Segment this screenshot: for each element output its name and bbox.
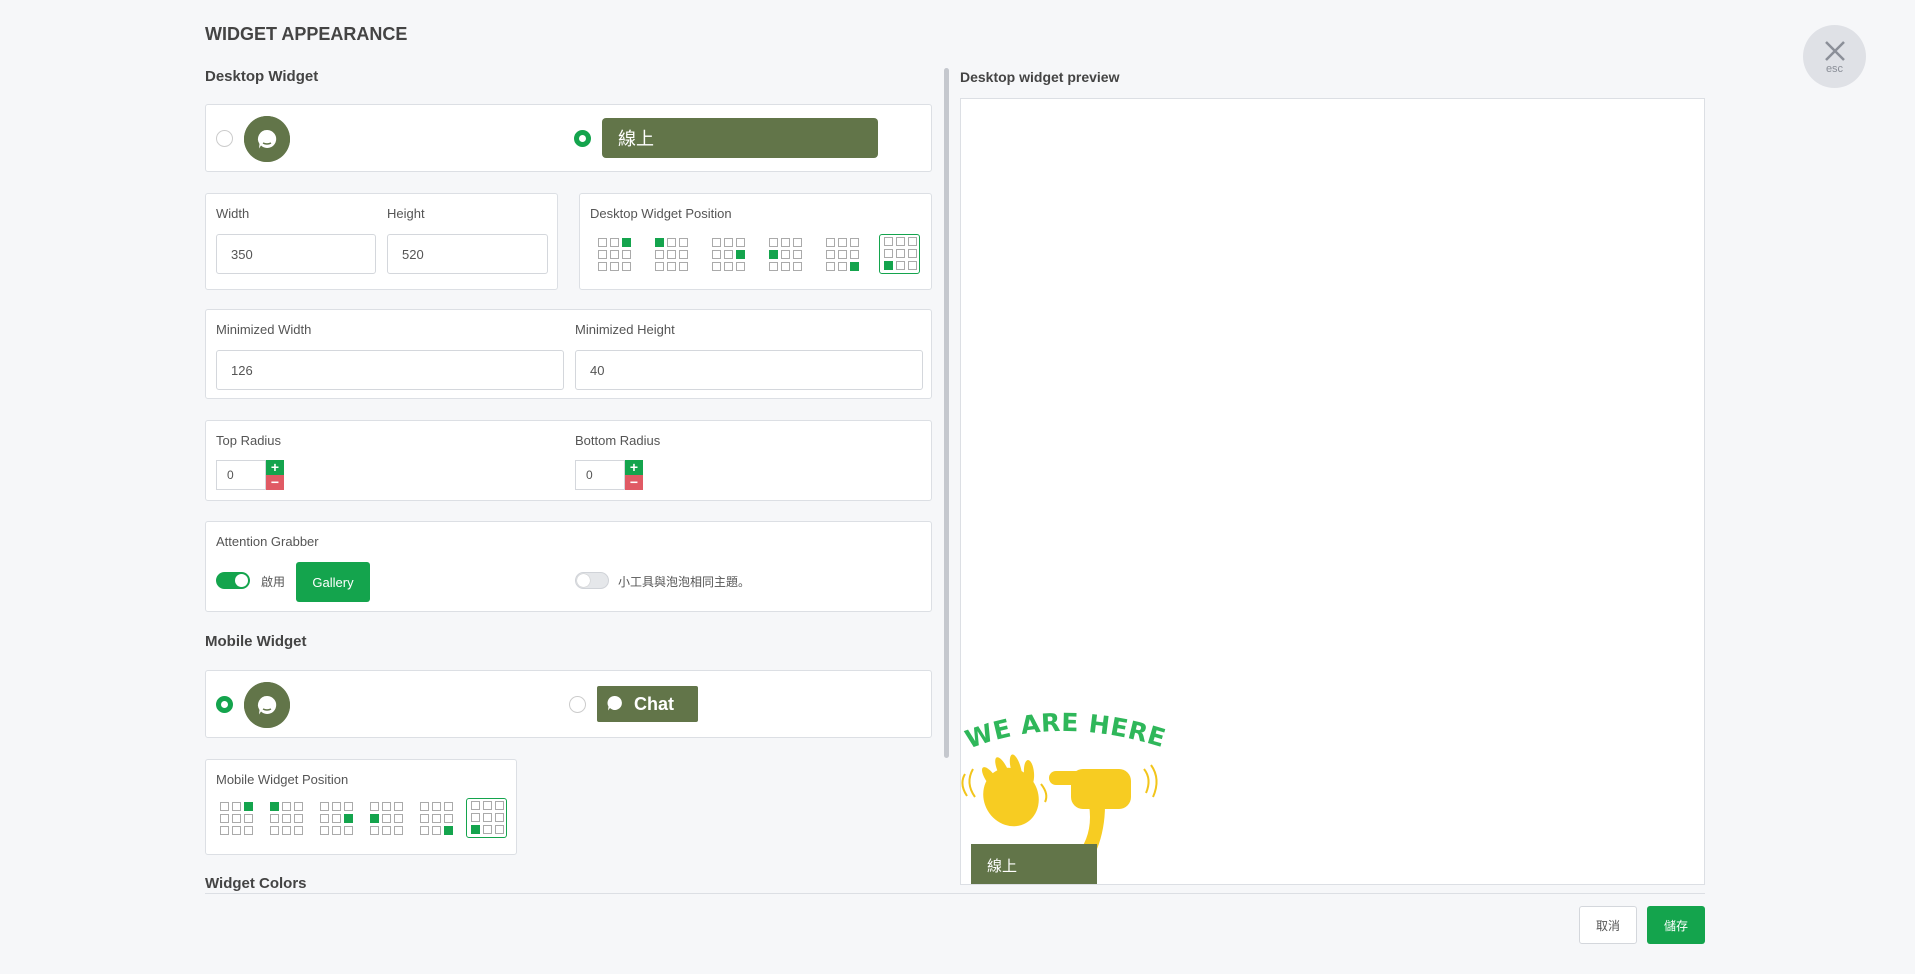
settings-scrollbar[interactable] bbox=[944, 68, 949, 758]
height-input[interactable]: 520 bbox=[387, 234, 548, 274]
mobile-position-card: Mobile Widget Position bbox=[205, 759, 517, 855]
chat-bubble-icon bbox=[244, 116, 290, 162]
preview-tab-widget[interactable]: 線上 bbox=[971, 844, 1097, 884]
minimized-width-input[interactable]: 126 bbox=[216, 350, 564, 390]
minimized-height-input[interactable]: 40 bbox=[575, 350, 923, 390]
same-theme-toggle[interactable] bbox=[575, 572, 609, 589]
save-button[interactable]: 儲存 bbox=[1647, 906, 1705, 944]
position-bottom-left[interactable] bbox=[879, 234, 920, 274]
bottom-radius-value[interactable]: 0 bbox=[575, 460, 625, 490]
mobile-position-middle-right[interactable] bbox=[316, 800, 354, 838]
attention-grabber-label: Attention Grabber bbox=[216, 534, 319, 549]
desktop-widget-preview: WE ARE HERE! 線上 bbox=[960, 98, 1705, 885]
attention-grabber-graphic: WE ARE HERE! bbox=[961, 709, 1169, 849]
attention-grabber-toggle[interactable] bbox=[216, 572, 250, 589]
cancel-button[interactable]: 取消 bbox=[1579, 906, 1637, 944]
chat-bubble-icon bbox=[244, 682, 290, 728]
width-input[interactable]: 350 bbox=[216, 234, 376, 274]
esc-label: esc bbox=[1825, 62, 1844, 75]
desktop-tab-option[interactable]: 線上 bbox=[602, 118, 878, 158]
attention-text: WE ARE HERE! bbox=[961, 709, 1169, 754]
position-middle-right[interactable] bbox=[708, 236, 746, 274]
desktop-bubble-option[interactable] bbox=[244, 116, 290, 162]
chat-bubble-icon bbox=[607, 695, 622, 711]
mobile-bubble-option[interactable] bbox=[244, 682, 290, 728]
bottom-radius-plus-button[interactable]: + bbox=[625, 460, 643, 475]
top-radius-stepper: 0 + − bbox=[216, 460, 284, 490]
position-top-right[interactable] bbox=[594, 236, 632, 274]
chat-label: Chat bbox=[634, 693, 674, 714]
desktop-widget-type-card: 線上 bbox=[205, 104, 932, 172]
gallery-button[interactable]: Gallery bbox=[296, 562, 370, 602]
mobile-position-label: Mobile Widget Position bbox=[216, 772, 349, 787]
position-top-left[interactable] bbox=[651, 236, 689, 274]
mobile-position-bottom-right[interactable] bbox=[416, 800, 454, 838]
footer-divider bbox=[205, 893, 1705, 894]
mobile-position-middle-left[interactable] bbox=[366, 800, 404, 838]
desktop-tab-radio[interactable] bbox=[574, 130, 591, 147]
minimized-height-label: Minimized Height bbox=[575, 322, 675, 337]
desktop-position-card: Desktop Widget Position bbox=[579, 193, 932, 290]
attention-grabber-card: Attention Grabber 啟用 Gallery 小工具與泡泡相同主題。 bbox=[205, 521, 932, 612]
close-button[interactable]: esc bbox=[1803, 25, 1866, 88]
svg-text:WE ARE HERE!: WE ARE HERE! bbox=[961, 709, 1169, 754]
page-title: WIDGET APPEARANCE bbox=[205, 24, 408, 44]
widget-colors-title: Widget Colors bbox=[205, 875, 307, 892]
position-middle-left[interactable] bbox=[765, 236, 803, 274]
minimized-size-card: Minimized Width 126 Minimized Height 40 bbox=[205, 309, 932, 399]
position-bottom-right[interactable] bbox=[822, 236, 860, 274]
height-label: Height bbox=[387, 206, 425, 221]
settings-column: Desktop Widget 線上 Width 350 Height 520 D… bbox=[205, 60, 933, 892]
top-radius-minus-button[interactable]: − bbox=[266, 475, 284, 490]
mobile-chat-tab-option[interactable]: Chat bbox=[597, 686, 698, 722]
preview-title: Desktop widget preview bbox=[960, 69, 1120, 85]
same-theme-label: 小工具與泡泡相同主題。 bbox=[618, 575, 751, 589]
width-label: Width bbox=[216, 206, 250, 221]
mobile-position-bottom-left[interactable] bbox=[466, 798, 507, 838]
radius-card: Top Radius 0 + − Bottom Radius 0 + − bbox=[205, 420, 932, 501]
desktop-bubble-radio[interactable] bbox=[216, 130, 233, 147]
size-card: Width 350 Height 520 bbox=[205, 193, 558, 290]
mobile-position-top-right[interactable] bbox=[216, 800, 254, 838]
enable-label: 啟用 bbox=[261, 575, 286, 589]
desktop-position-label: Desktop Widget Position bbox=[590, 206, 732, 221]
top-radius-label: Top Radius bbox=[216, 433, 282, 448]
close-icon bbox=[1824, 40, 1845, 61]
mobile-position-top-left[interactable] bbox=[266, 800, 304, 838]
mobile-bubble-radio[interactable] bbox=[216, 696, 233, 713]
mobile-widget-type-card: Chat bbox=[205, 670, 932, 738]
top-radius-value[interactable]: 0 bbox=[216, 460, 266, 490]
mobile-widget-title: Mobile Widget bbox=[205, 633, 307, 650]
minimized-width-label: Minimized Width bbox=[216, 322, 312, 337]
bottom-radius-label: Bottom Radius bbox=[575, 433, 661, 448]
bottom-radius-minus-button[interactable]: − bbox=[625, 475, 643, 490]
top-radius-plus-button[interactable]: + bbox=[266, 460, 284, 475]
mobile-tab-radio[interactable] bbox=[569, 696, 586, 713]
desktop-widget-title: Desktop Widget bbox=[205, 68, 319, 85]
bottom-radius-stepper: 0 + − bbox=[575, 460, 643, 490]
